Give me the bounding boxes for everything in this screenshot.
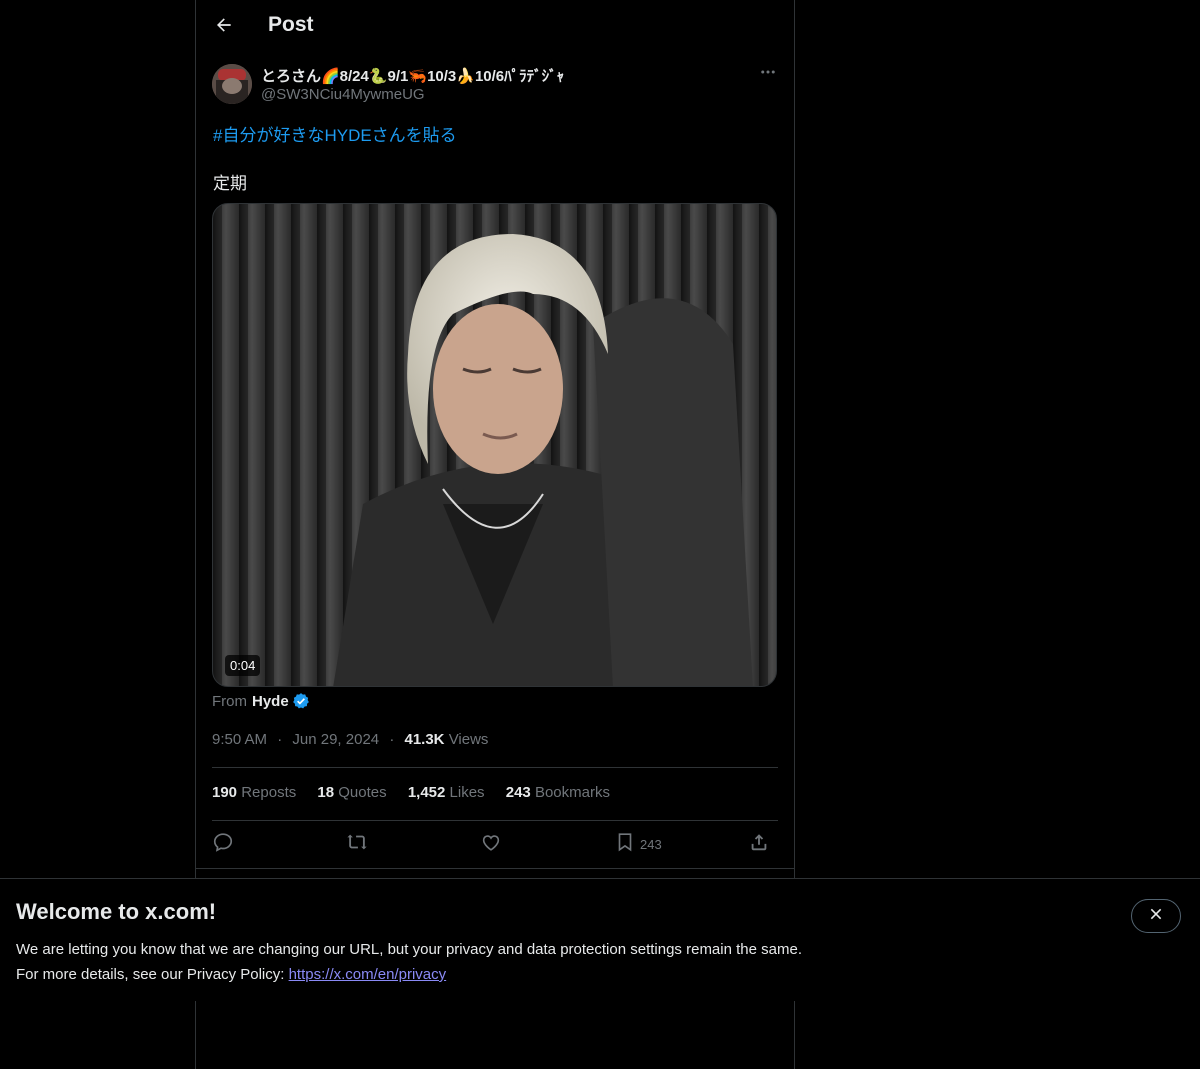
banner-line2: For more details, see our Privacy Policy… — [16, 962, 802, 987]
bookmarks-count: 243 — [505, 784, 531, 801]
bookmarks-stat[interactable]: 243 Bookmarks — [506, 784, 610, 801]
meta-separator: · — [277, 731, 283, 748]
post-meta: 9:50 AM · Jun 29, 2024 · 41.3K Views — [212, 731, 488, 748]
meta-separator: · — [389, 731, 395, 748]
like-button[interactable] — [480, 832, 502, 856]
bookmark-button[interactable]: 243 — [614, 832, 662, 856]
page-header: Post — [196, 0, 794, 54]
post-stats: 190 Reposts 18 Quotes 1,452 Likes 243 Bo… — [212, 784, 627, 801]
banner-line1: We are letting you know that we are chan… — [16, 941, 802, 958]
page-title: Post — [268, 13, 314, 36]
arrow-left-icon — [214, 15, 234, 40]
avatar[interactable] — [212, 64, 252, 104]
views-label: Views — [448, 731, 489, 748]
post-video[interactable]: 0:04 — [212, 203, 777, 687]
likes-stat[interactable]: 1,452 Likes — [408, 784, 485, 801]
more-options-button[interactable] — [756, 62, 780, 86]
quotes-stat[interactable]: 18 Quotes — [317, 784, 386, 801]
action-bar: 243 — [212, 832, 778, 856]
heart-icon — [480, 831, 502, 858]
bookmark-icon — [614, 831, 636, 858]
video-thumbnail — [213, 204, 776, 686]
author-display-name[interactable]: とろさん🌈8/24🐍9/1🦐10/3🍌10/6ﾊﾟﾗﾃﾞｼﾞｬ — [261, 65, 564, 86]
author-handle[interactable]: @SW3NCiu4MywmeUG — [261, 86, 425, 103]
more-horizontal-icon — [759, 63, 777, 86]
privacy-policy-link[interactable]: https://x.com/en/privacy — [289, 966, 447, 983]
divider — [212, 767, 778, 768]
divider — [196, 868, 794, 869]
quotes-label: Quotes — [338, 784, 387, 801]
bookmarks-label: Bookmarks — [534, 784, 610, 801]
share-button[interactable] — [748, 832, 770, 856]
quotes-count: 18 — [317, 784, 335, 801]
close-icon — [1148, 906, 1164, 927]
verified-badge-icon — [292, 692, 310, 710]
reply-icon — [212, 831, 234, 858]
url-change-banner: Welcome to x.com! We are letting you kno… — [0, 878, 1200, 1001]
banner-message: We are letting you know that we are chan… — [16, 937, 802, 987]
likes-label: Likes — [449, 784, 485, 801]
bookmark-action-count: 243 — [640, 836, 662, 852]
video-source: From Hyde — [212, 692, 310, 710]
divider — [212, 820, 778, 821]
post-time[interactable]: 9:50 AM — [212, 731, 267, 748]
likes-count: 1,452 — [407, 784, 446, 801]
source-prefix: From — [212, 692, 247, 710]
post-date[interactable]: Jun 29, 2024 — [292, 731, 379, 748]
close-banner-button[interactable] — [1131, 899, 1181, 933]
views-count: 41.3K — [404, 731, 445, 748]
back-button[interactable] — [208, 11, 240, 43]
reposts-stat[interactable]: 190 Reposts — [212, 784, 296, 801]
reposts-count: 190 — [212, 784, 238, 801]
share-icon — [748, 831, 770, 858]
banner-line2-prefix: For more details, see our Privacy Policy… — [16, 966, 289, 983]
source-name-link[interactable]: Hyde — [252, 693, 289, 710]
banner-title: Welcome to x.com! — [16, 899, 217, 924]
repost-button[interactable] — [346, 832, 368, 856]
reposts-label: Reposts — [241, 784, 297, 801]
reply-button[interactable] — [212, 832, 234, 856]
post-hashtag-link[interactable]: #自分が好きなHYDEさんを貼る — [213, 121, 457, 146]
video-duration: 0:04 — [225, 655, 261, 676]
post-text: 定期 — [213, 174, 247, 193]
repost-icon — [346, 831, 368, 858]
